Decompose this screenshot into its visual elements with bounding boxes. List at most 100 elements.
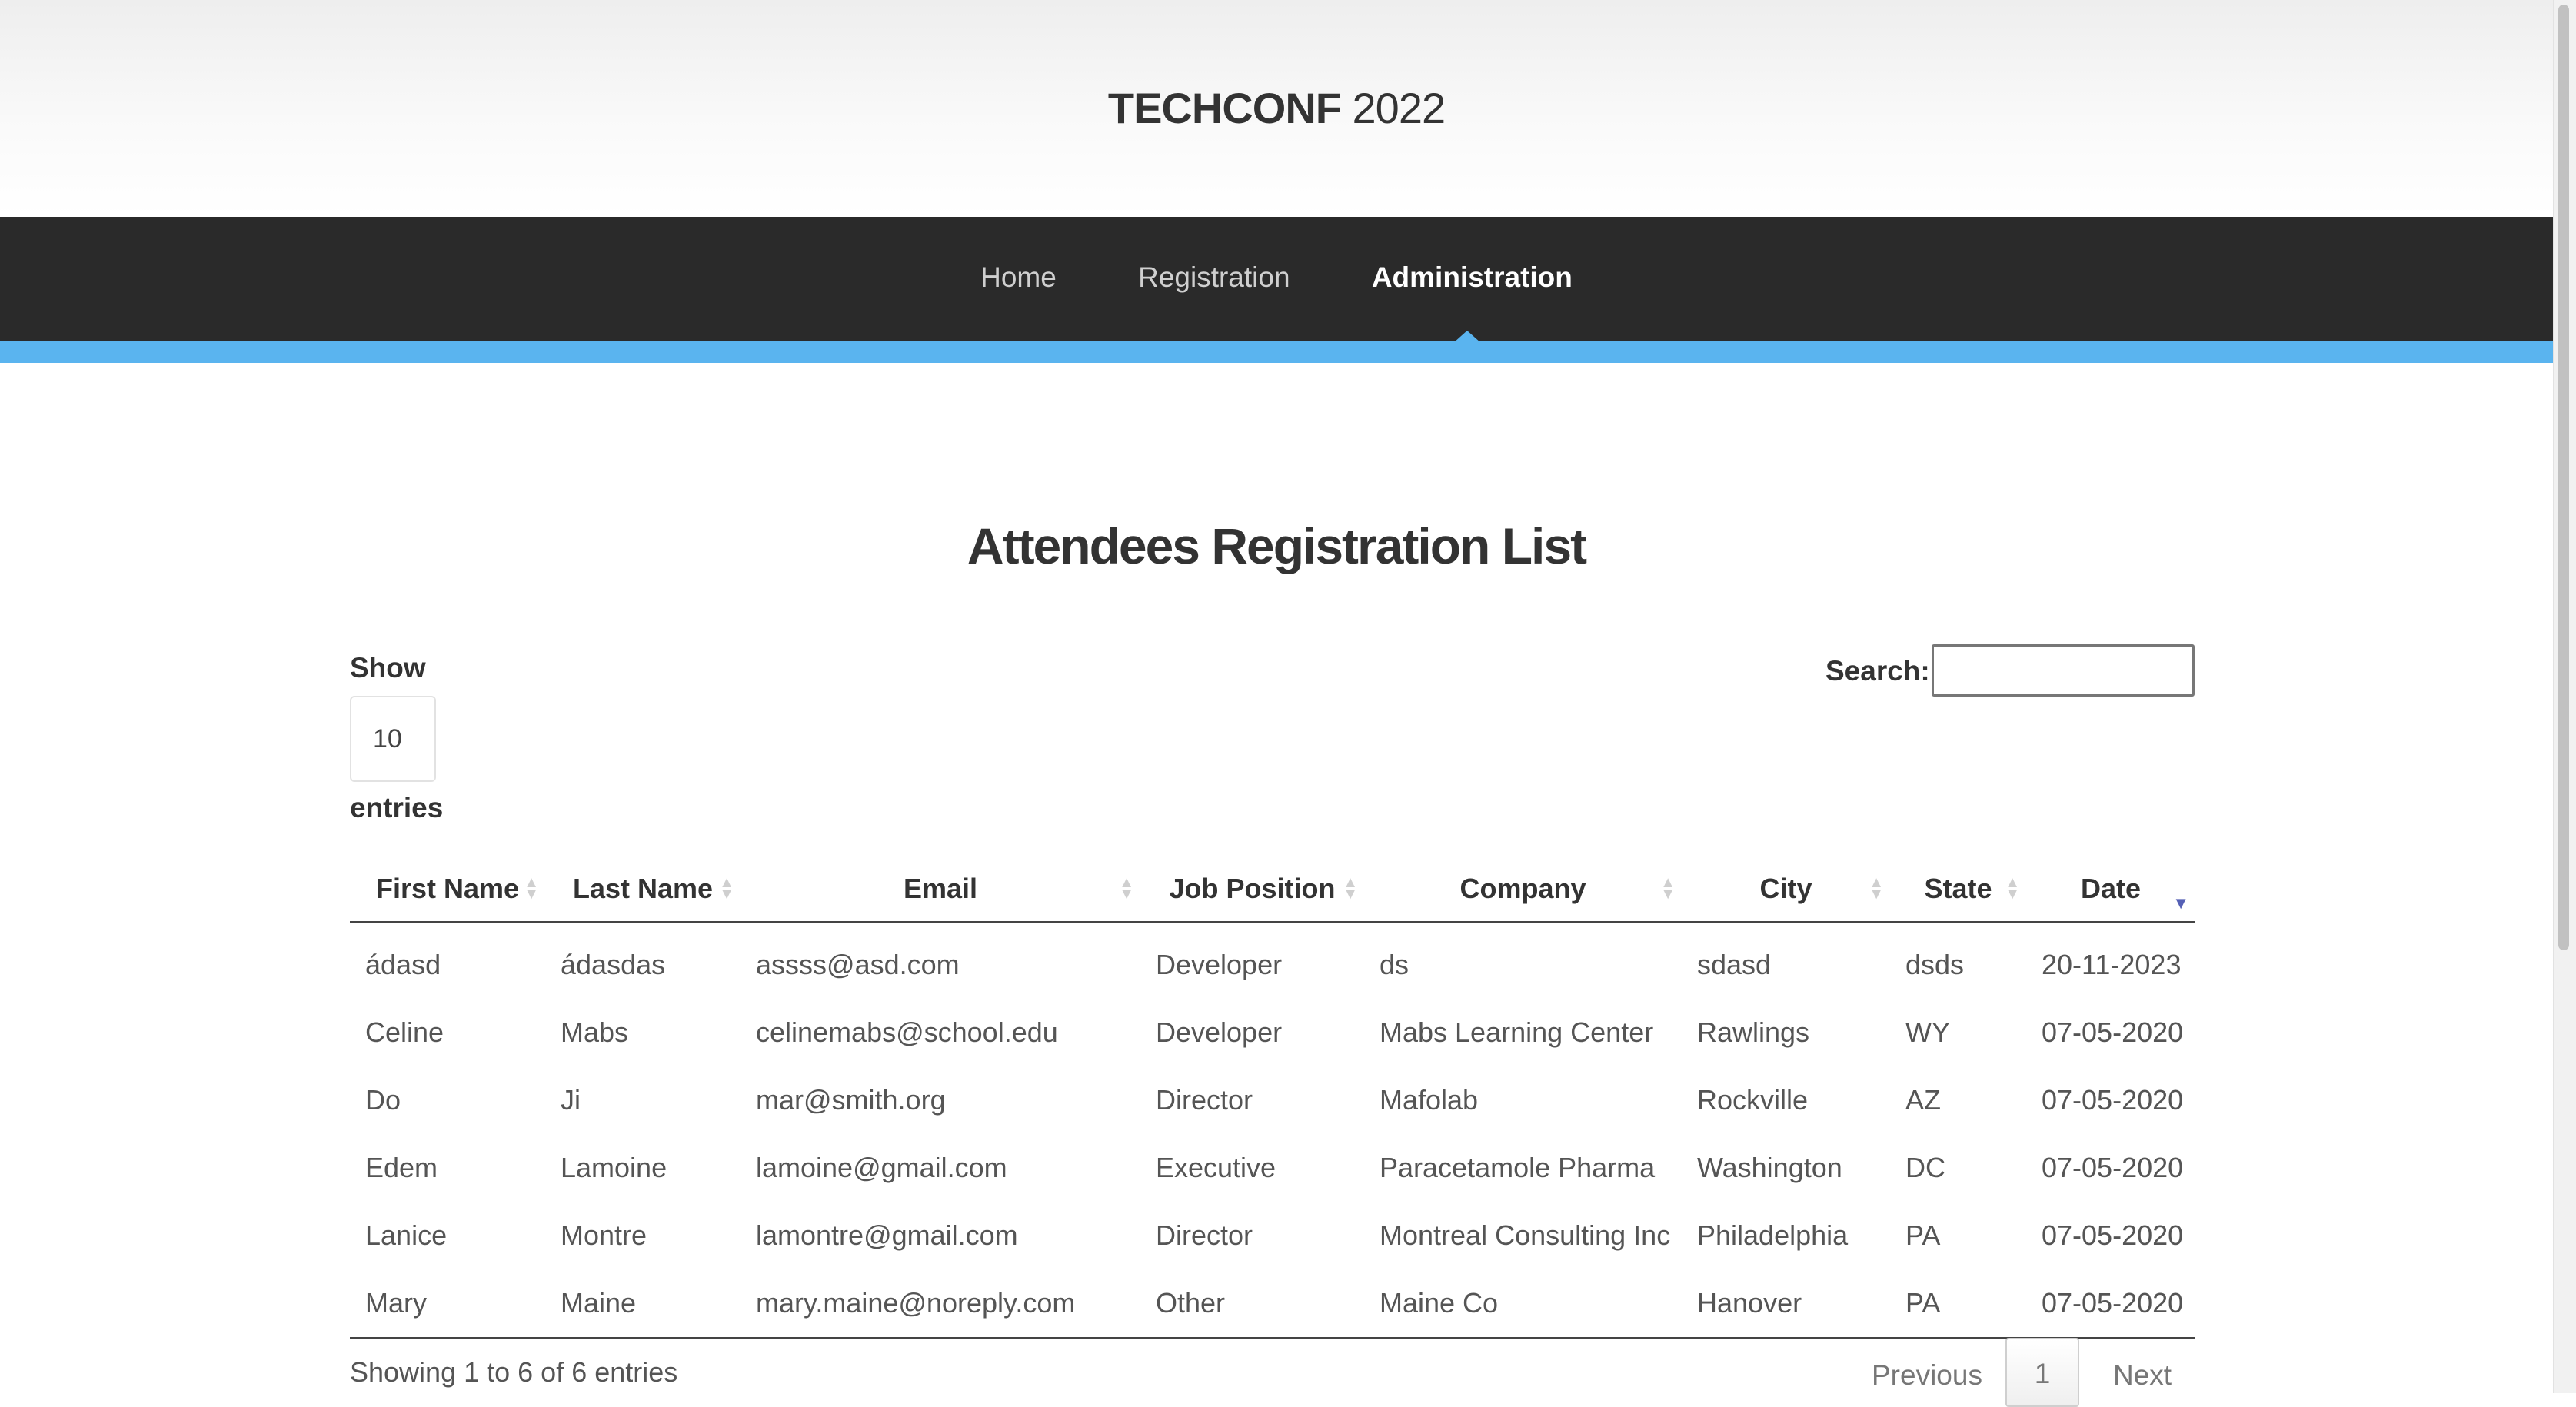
table-row: Celine Mabs celinemabs@school.edu Develo… [350, 999, 2195, 1066]
site-brand[interactable]: TECHCONF 2022 [0, 83, 2553, 133]
pagination-next[interactable]: Next [2113, 1359, 2172, 1392]
cell-date: 07-05-2020 [2026, 1269, 2195, 1339]
brand-name: TECHCONF [1107, 84, 1342, 132]
cell-company: Mabs Learning Center [1380, 1016, 1654, 1048]
cell-email: lamoine@gmail.com [756, 1152, 1007, 1183]
cell-date: 20-11-2023 [2042, 949, 2182, 980]
sort-both-icon: ▲ ▼ [719, 874, 734, 903]
table-header-row: First Name ▲ ▼ Last Name ▲ ▼ Email ▲ ▼ Job Pos… [350, 857, 2195, 923]
cell-first-name: Celine [365, 1016, 444, 1048]
column-header-company[interactable]: Company ▲ ▼ [1364, 857, 1682, 923]
cell-job-position: Developer [1156, 949, 1283, 980]
cell-date: 07-05-2020 [2042, 1152, 2184, 1183]
table-row: Lanice Montre lamontre@gmail.com Directo… [350, 1202, 2195, 1269]
nav-registration[interactable]: Registration [1138, 261, 1290, 294]
cell-date: 07-05-2020 [2042, 1084, 2184, 1116]
cell-email: mar@smith.org [756, 1084, 946, 1116]
cell-date: 07-05-2020 [2042, 1219, 2184, 1251]
search-input[interactable] [1932, 644, 2195, 697]
cell-state: PA [1890, 1269, 2026, 1339]
cell-first-name: Mary [350, 1269, 545, 1339]
pagination-previous[interactable]: Previous [1872, 1359, 1982, 1392]
cell-job-position: Director [1156, 1084, 1253, 1116]
cell-company: Maine Co [1364, 1269, 1682, 1339]
cell-first-name: Do [365, 1084, 401, 1116]
cell-state: DC [1905, 1152, 1945, 1183]
cell-email: celinemabs@school.edu [756, 1016, 1058, 1048]
cell-state: WY [1905, 1016, 1950, 1048]
cell-last-name: Mabs [561, 1016, 629, 1048]
cell-city: Rockville [1697, 1084, 1809, 1116]
column-header-label: Job Position [1169, 873, 1336, 904]
cell-last-name: Maine [545, 1269, 741, 1339]
column-header-label: Date [2080, 873, 2142, 904]
column-header-city[interactable]: City ▲ ▼ [1682, 857, 1890, 923]
column-header-label: First Name [375, 873, 520, 904]
accent-stripe [0, 341, 2553, 363]
sort-descending-icon: ▼ [2172, 893, 2189, 913]
cell-email: lamontre@gmail.com [756, 1219, 1018, 1251]
cell-first-name: Lanice [365, 1219, 448, 1251]
column-header-label: Last Name [572, 873, 714, 904]
cell-city: Philadelphia [1697, 1219, 1849, 1251]
sort-both-icon: ▲ ▼ [1119, 874, 1134, 903]
cell-city: Hanover [1682, 1269, 1890, 1339]
table-row: Edem Lamoine lamoine@gmail.com Executive… [350, 1134, 2195, 1202]
column-header-label: Company [1459, 873, 1586, 904]
cell-first-name: ádasd [365, 949, 441, 980]
page-title: Attendees Registration List [967, 517, 1587, 574]
cell-state: dsds [1905, 949, 1965, 980]
column-header-label: State [1924, 873, 1992, 904]
cell-job-position: Director [1156, 1219, 1253, 1251]
scrollbar-thumb[interactable] [2558, 5, 2569, 950]
cell-job-position: Developer [1156, 1016, 1283, 1048]
column-header-job-position[interactable]: Job Position ▲ ▼ [1140, 857, 1364, 923]
table-row: Mary Maine mary.maine@noreply.com Other … [350, 1269, 2195, 1339]
pagination-page-1[interactable]: 1 [2005, 1338, 2079, 1407]
cell-city: Rawlings [1697, 1016, 1810, 1048]
sort-both-icon: ▲ ▼ [2005, 874, 2020, 903]
entries-label: entries [350, 792, 444, 823]
column-header-last-name[interactable]: Last Name ▲ ▼ [545, 857, 741, 923]
cell-state: AZ [1905, 1084, 1942, 1116]
attendees-table: First Name ▲ ▼ Last Name ▲ ▼ Email ▲ ▼ Job Pos… [350, 857, 2195, 1339]
cell-email: mary.maine@noreply.com [741, 1269, 1140, 1339]
column-header-email[interactable]: Email ▲ ▼ [741, 857, 1140, 923]
sort-both-icon: ▲ ▼ [1869, 874, 1884, 903]
column-header-state[interactable]: State ▲ ▼ [1890, 857, 2026, 923]
cell-company: Montreal Consulting Inc [1380, 1219, 1671, 1251]
cell-last-name: ádasdas [561, 949, 666, 980]
sort-both-icon: ▲ ▼ [1660, 874, 1676, 903]
sort-both-icon: ▲ ▼ [524, 874, 539, 903]
show-label: Show [350, 652, 426, 684]
column-header-first-name[interactable]: First Name ▲ ▼ [350, 857, 545, 923]
search-label: Search: [1825, 655, 1930, 687]
cell-last-name: Ji [561, 1084, 581, 1116]
nav-administration[interactable]: Administration [1372, 261, 1573, 294]
cell-first-name: Edem [365, 1152, 438, 1183]
brand-year: 2022 [1352, 84, 1446, 132]
cell-job-position: Other [1140, 1269, 1364, 1339]
nav-home[interactable]: Home [980, 261, 1057, 294]
table-info: Showing 1 to 6 of 6 entries [350, 1356, 678, 1388]
sort-both-icon: ▲ ▼ [1343, 874, 1358, 903]
column-header-label: Email [903, 873, 978, 904]
cell-city: sdasd [1697, 949, 1772, 980]
cell-date: 07-05-2020 [2042, 1016, 2184, 1048]
cell-company: Mafolab [1380, 1084, 1479, 1116]
table-row: ádasd ádasdas assss@asd.com Developer ds… [350, 923, 2195, 1000]
cell-company: ds [1380, 949, 1409, 980]
cell-city: Washington [1697, 1152, 1842, 1183]
table-row: Do Ji mar@smith.org Director Mafolab Roc… [350, 1066, 2195, 1134]
page-size-select[interactable]: 10 [350, 696, 436, 782]
site-header: TECHCONF 2022 [0, 0, 2553, 217]
main-nav: Home Registration Administration [0, 217, 2553, 341]
column-header-label: City [1759, 873, 1812, 904]
cell-state: PA [1905, 1219, 1941, 1251]
column-header-date[interactable]: Date ▼ [2026, 857, 2195, 923]
cell-last-name: Montre [561, 1219, 647, 1251]
cell-last-name: Lamoine [561, 1152, 667, 1183]
cell-job-position: Executive [1156, 1152, 1276, 1183]
cell-email: assss@asd.com [756, 949, 960, 980]
cell-company: Paracetamole Pharma [1380, 1152, 1656, 1183]
